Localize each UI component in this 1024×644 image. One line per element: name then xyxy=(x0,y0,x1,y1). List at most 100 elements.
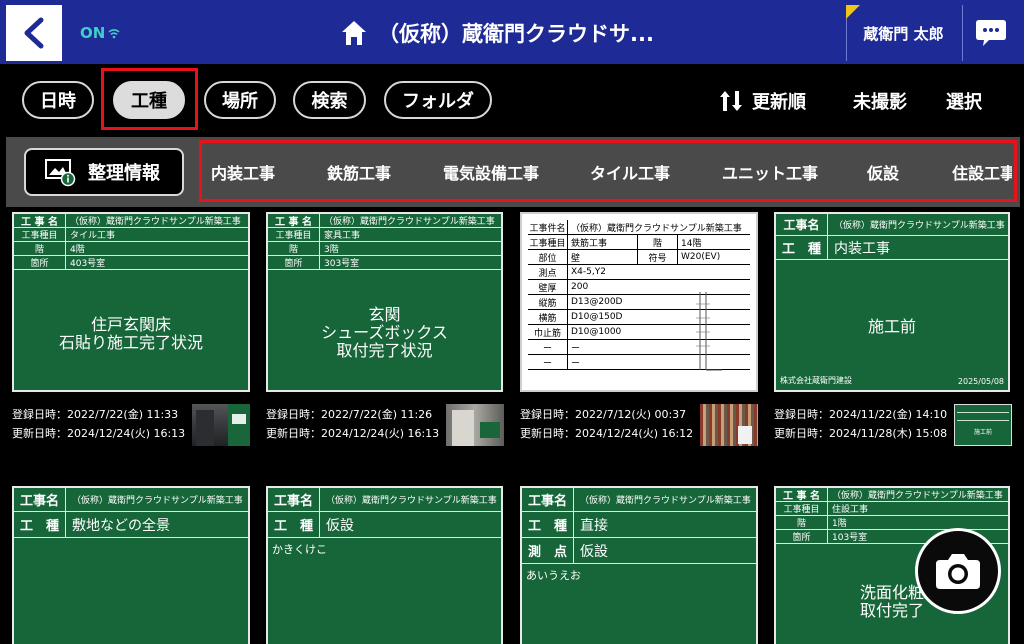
board-key: 工 事 名 xyxy=(776,488,828,502)
board-key: 測点 xyxy=(528,265,568,279)
connection-status: ON xyxy=(80,24,121,42)
board-value: 仮設 xyxy=(580,543,608,560)
unshot-button[interactable]: 未撮影 xyxy=(853,86,907,116)
back-button[interactable] xyxy=(6,5,62,61)
board-row: 階 4階 xyxy=(14,242,248,256)
board-row: 工事名 （仮称）蔵衛門クラウドサンプル新築工事 xyxy=(14,488,248,512)
board-project: （仮称）蔵衛門クラウドサンプル新築工事 xyxy=(70,217,241,227)
board-key: 階 xyxy=(776,516,828,529)
board-key: 工 事 名 xyxy=(14,214,66,228)
board-value: 直接 xyxy=(580,517,608,534)
photo-thumbnail[interactable] xyxy=(446,404,504,446)
filter-search-button[interactable]: 検索 xyxy=(293,81,366,119)
board-row: 工 事 名 （仮称）蔵衛門クラウドサンプル新築工事 xyxy=(268,214,501,228)
board-row: 工事名 （仮称）蔵衛門クラウドサンプル新築工事 xyxy=(522,488,756,512)
board-key: 横筋 xyxy=(528,310,568,324)
board-key: 工事件名 xyxy=(528,220,568,234)
updated-date: 更新日時：2024/12/24(火) 16:13 xyxy=(12,427,186,440)
board-row: 工事件名 （仮称）蔵衛門クラウドサンプル新築工事 xyxy=(528,220,750,235)
board-row: 測点 X4-5,Y2 xyxy=(528,265,750,280)
image-info-icon xyxy=(45,159,76,187)
photo-card[interactable]: 工 事 名 （仮称）蔵衛門クラウドサンプル新築工事 工事種目 タイル工事 階 4階 箇… xyxy=(12,212,250,392)
board-key: 工 種 xyxy=(776,236,828,259)
photo-card[interactable]: 工事名 （仮称）蔵衛門クラウドサンプル新築工事 工 種敷地などの全景 xyxy=(12,486,250,644)
user-menu[interactable]: 蔵衛門 太郎 xyxy=(846,5,960,61)
camera-icon xyxy=(936,554,980,589)
camera-button[interactable] xyxy=(915,528,1001,614)
board-key: 巾止筋 xyxy=(528,325,568,339)
board-value: 103号室 xyxy=(832,533,868,543)
board-key: 工事名 xyxy=(14,488,66,511)
board-row: 測 点仮設 xyxy=(522,538,756,564)
board-row: 工 事 名 （仮称）蔵衛門クラウドサンプル新築工事 xyxy=(776,488,1008,502)
sort-button[interactable]: 更新順 xyxy=(718,86,806,116)
board-key: 工事種目 xyxy=(14,228,66,241)
board-key: 部位 xyxy=(528,250,568,264)
board-value: 住設工事 xyxy=(832,505,869,515)
board-key: 工事種目 xyxy=(528,235,568,249)
filter-search-label: 検索 xyxy=(311,91,348,112)
board-row: 工事名 （仮称）蔵衛門クラウドサンプル新築工事 xyxy=(776,214,1008,236)
photo-thumbnail[interactable]: 施工前 xyxy=(954,404,1012,446)
photo-thumbnail[interactable] xyxy=(700,404,758,446)
filter-date-button[interactable]: 日時 xyxy=(22,81,94,119)
board-key: 符号 xyxy=(638,250,678,264)
select-label: 選択 xyxy=(946,92,982,113)
caption-line: 施工前 xyxy=(867,317,916,336)
board-row: 工 種直接 xyxy=(522,512,756,538)
chat-button[interactable] xyxy=(962,5,1018,61)
board-value: 14階 xyxy=(681,238,702,249)
project-title-area[interactable]: （仮称）蔵衛門クラウドサ... xyxy=(340,16,654,50)
board-key: ー xyxy=(528,340,568,354)
board-key: 工 種 xyxy=(14,512,66,537)
user-name: 蔵衛門 太郎 xyxy=(863,24,944,43)
board-key: 箇所 xyxy=(776,530,828,543)
photo-card[interactable]: 工事件名 （仮称）蔵衛門クラウドサンプル新築工事 工事種目 鉄筋工事階 14階 部位壁… xyxy=(520,212,758,392)
photo-card[interactable]: 工事名 （仮称）蔵衛門クラウドサンプル新築工事 工 種仮設 かきくけこ xyxy=(266,486,503,644)
board-row: 工事種目 鉄筋工事階 14階 xyxy=(528,235,750,250)
highlight-categories xyxy=(199,140,1017,202)
filter-folder-button[interactable]: フォルダ xyxy=(384,81,492,119)
caption-line: 住戸玄関床 xyxy=(90,315,171,334)
photo-thumbnail[interactable] xyxy=(192,404,250,446)
filter-location-button[interactable]: 場所 xyxy=(204,81,276,119)
organize-info-button[interactable]: 整理情報 xyxy=(24,148,184,196)
board-key: 工事名 xyxy=(522,488,574,511)
board-value: 4階 xyxy=(70,245,85,255)
board-key: 壁厚 xyxy=(528,280,568,294)
board-key: 箇所 xyxy=(268,256,320,269)
select-button[interactable]: 選択 xyxy=(946,86,982,116)
updated-date: 更新日時：2024/12/24(火) 16:13 xyxy=(266,427,440,440)
photo-card[interactable]: 工事名 （仮称）蔵衛門クラウドサンプル新築工事 工 種直接 測 点仮設 あいうえお xyxy=(520,486,758,644)
caption-line: 取付完了状況 xyxy=(336,341,433,360)
organize-info-label: 整理情報 xyxy=(88,163,160,184)
board-row: 工事名 （仮称）蔵衛門クラウドサンプル新築工事 xyxy=(268,488,501,512)
caption-line: 石貼り施工完了状況 xyxy=(58,333,203,352)
registered-date: 登録日時：2022/7/12(火) 00:37 xyxy=(520,408,687,421)
board-project: （仮称）蔵衛門クラウドサンプル新築工事 xyxy=(571,223,742,234)
board-row: 工 種仮設 xyxy=(268,512,501,538)
board-value: 3階 xyxy=(324,245,339,255)
board-row: 工 種敷地などの全景 xyxy=(14,512,248,538)
updated-date: 更新日時：2024/11/28(木) 15:08 xyxy=(774,427,948,440)
wifi-icon xyxy=(108,29,120,39)
chevron-left-icon xyxy=(24,17,44,49)
board-value: 403号室 xyxy=(70,259,106,269)
board-key: ー xyxy=(528,355,568,369)
photo-card[interactable]: 工事名 （仮称）蔵衛門クラウドサンプル新築工事 工 種内装工事 施工前 株式会社蔵… xyxy=(774,212,1010,392)
board-value: タイル工事 xyxy=(70,231,116,241)
thumbnail-caption: 施工前 xyxy=(973,429,992,436)
filter-location-label: 場所 xyxy=(222,91,258,112)
highlight-worktype xyxy=(101,68,198,130)
home-icon xyxy=(342,21,366,45)
unshot-label: 未撮影 xyxy=(853,92,907,113)
board-row: 階 3階 xyxy=(268,242,501,256)
board-company: 株式会社蔵衛門建設 xyxy=(780,376,852,385)
photo-card[interactable]: 工 事 名 （仮称）蔵衛門クラウドサンプル新築工事 工事種目 家具工事 階 3階 箇所… xyxy=(266,212,503,392)
caption-line: シューズボックス xyxy=(321,323,448,342)
board-row: 箇所 403号室 xyxy=(14,256,248,270)
photo-list-screen: ON （仮称）蔵衛門クラウドサ... 蔵衛門 太郎 日時 工種 場所 検索 フォ… xyxy=(0,0,1024,644)
board-caption: 玄関 シューズボックス 取付完了状況 xyxy=(268,306,501,360)
board-value: （仮称）蔵衛門クラウドサンプル新築工事 xyxy=(72,496,243,506)
board-project: （仮称）蔵衛門クラウドサンプル新築工事 xyxy=(832,491,1003,501)
